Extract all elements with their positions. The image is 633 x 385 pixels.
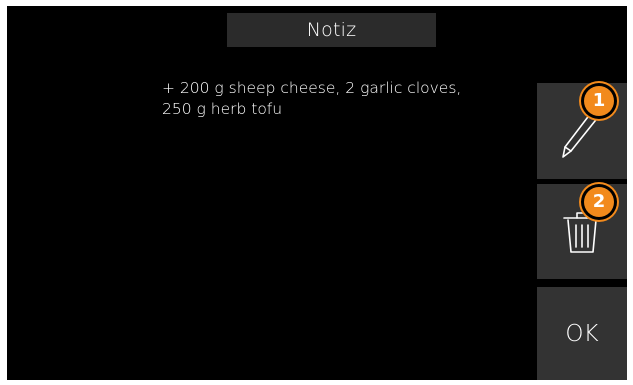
note-screen: Notiz + 200 g sheep cheese, 2 garlic clo… (7, 6, 627, 380)
callout-badge-1: 1 (584, 86, 614, 116)
note-content: + 200 g sheep cheese, 2 garlic cloves, 2… (162, 78, 502, 120)
note-line-2: 250 g herb tofu (162, 100, 283, 118)
callout-badge-2: 2 (584, 187, 614, 217)
page-title: Notiz (227, 13, 436, 47)
note-line-1: + 200 g sheep cheese, 2 garlic cloves, (162, 79, 462, 97)
ok-button[interactable]: OK (537, 287, 627, 380)
